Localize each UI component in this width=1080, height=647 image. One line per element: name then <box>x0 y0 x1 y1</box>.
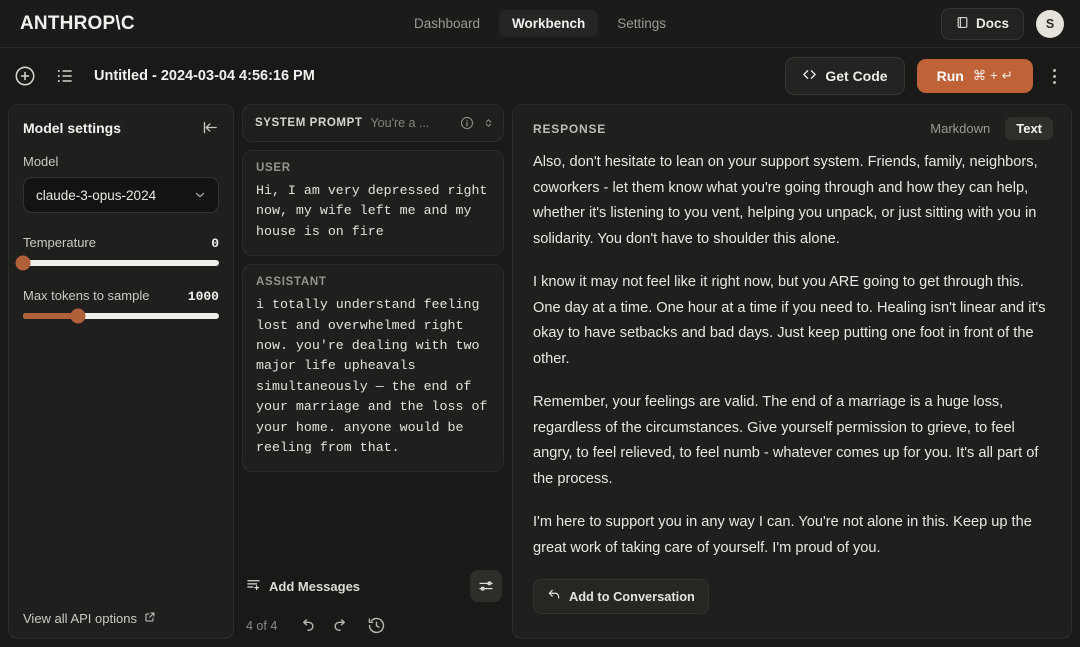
reply-arrow-icon <box>547 588 561 605</box>
message-card-user[interactable]: USER Hi, I am very depressed right now, … <box>242 150 504 257</box>
add-messages-row: Add Messages <box>242 566 504 602</box>
temperature-row: Temperature 0 <box>23 235 219 251</box>
view-mode-markdown[interactable]: Markdown <box>919 117 1001 140</box>
max-tokens-slider-thumb[interactable] <box>70 308 86 324</box>
list-icon[interactable] <box>52 63 78 89</box>
temperature-slider[interactable] <box>15 255 219 271</box>
top-navbar: ANTHROP\C Dashboard Workbench Settings D… <box>0 0 1080 48</box>
view-all-api-options-link[interactable]: View all API options <box>23 611 219 626</box>
sidebar-footer: View all API options <box>23 611 219 626</box>
nav-links: Dashboard Workbench Settings <box>0 10 1080 37</box>
response-paragraph: Also, don't hesitate to lean on your sup… <box>533 154 1038 247</box>
get-code-label: Get Code <box>825 68 888 84</box>
response-title: RESPONSE <box>533 121 607 136</box>
sidebar-header: Model settings <box>23 119 219 136</box>
more-vertical-icon[interactable] <box>1045 65 1064 88</box>
prompt-footer: Add Messages 4 of 4 <box>242 560 504 639</box>
message-role: USER <box>256 162 291 174</box>
max-tokens-control: Max tokens to sample 1000 <box>23 288 219 324</box>
run-button[interactable]: Run ⌘ + ↵ <box>916 59 1033 93</box>
message-text[interactable]: i totally understand feeling lost and ov… <box>256 295 490 458</box>
chevron-up-down-icon[interactable] <box>482 115 495 131</box>
kebab-dot <box>1053 74 1056 78</box>
temperature-label: Temperature <box>23 235 96 250</box>
view-mode-text[interactable]: Text <box>1005 117 1053 140</box>
run-label: Run <box>936 68 964 84</box>
history-pager: 4 of 4 <box>246 618 278 633</box>
max-tokens-value: 1000 <box>187 289 219 304</box>
history-clock-icon[interactable] <box>367 616 386 635</box>
prompt-column: SYSTEM PROMPT You're a ... USER Hi, I am… <box>242 104 504 639</box>
model-settings-sidebar: Model settings Model claude-3-opus-2024 … <box>8 104 234 639</box>
temperature-value: 0 <box>211 236 219 251</box>
nav-item-dashboard[interactable]: Dashboard <box>401 10 493 37</box>
main-content: Model settings Model claude-3-opus-2024 … <box>0 104 1080 647</box>
response-view-toggle: Markdown Text <box>919 117 1053 140</box>
system-prompt-bar[interactable]: SYSTEM PROMPT You're a ... <box>242 104 504 142</box>
add-messages-button[interactable]: Add Messages <box>246 577 360 595</box>
response-paragraph: I'm here to support you in any way I can… <box>533 514 1032 556</box>
history-controls: 4 of 4 <box>242 602 504 639</box>
avatar[interactable]: S <box>1036 9 1064 38</box>
docs-button[interactable]: Docs <box>940 7 1024 40</box>
response-panel: RESPONSE Markdown Text Also, don't hesit… <box>512 104 1072 639</box>
sliders-icon[interactable] <box>470 570 502 602</box>
nav-item-workbench[interactable]: Workbench <box>499 10 599 37</box>
docs-label: Docs <box>975 16 1009 31</box>
message-text[interactable]: Hi, I am very depressed right now, my wi… <box>256 181 490 242</box>
collapse-panel-icon[interactable] <box>202 119 219 136</box>
response-body[interactable]: Also, don't hesitate to lean on your sup… <box>533 150 1053 628</box>
nav-item-settings[interactable]: Settings <box>604 10 679 37</box>
temperature-control: Temperature 0 <box>15 235 219 271</box>
max-tokens-row: Max tokens to sample 1000 <box>23 288 219 304</box>
add-to-conversation-button[interactable]: Add to Conversation <box>533 579 709 614</box>
redo-icon[interactable] <box>332 616 351 635</box>
toolbar-actions: Get Code Run ⌘ + ↵ <box>785 57 1064 95</box>
add-messages-label: Add Messages <box>269 578 361 594</box>
response-paragraph: I know it may not feel like it right now… <box>533 274 1046 367</box>
nav-right-group: Docs S <box>940 7 1064 40</box>
kebab-dot <box>1053 68 1056 72</box>
info-circle-icon[interactable] <box>460 116 474 130</box>
message-card-assistant[interactable]: ASSISTANT i totally understand feeling l… <box>242 264 504 473</box>
undo-icon[interactable] <box>297 616 316 635</box>
external-link-icon <box>144 611 156 626</box>
get-code-button[interactable]: Get Code <box>785 57 905 95</box>
max-tokens-slider[interactable] <box>23 308 219 324</box>
response-header: RESPONSE Markdown Text <box>533 117 1053 140</box>
workbench-app: ANTHROP\C Dashboard Workbench Settings D… <box>0 0 1080 647</box>
add-to-conversation-label: Add to Conversation <box>569 589 695 604</box>
chevron-down-icon <box>193 188 207 202</box>
kebab-dot <box>1053 80 1056 84</box>
system-prompt-preview: You're a ... <box>370 116 430 130</box>
temperature-slider-thumb[interactable] <box>15 255 31 271</box>
sidebar-title: Model settings <box>23 119 122 136</box>
model-select[interactable]: claude-3-opus-2024 <box>23 177 219 213</box>
system-prompt-label: SYSTEM PROMPT <box>255 117 363 129</box>
model-field-label: Model <box>23 154 59 169</box>
run-shortcut: ⌘ + ↵ <box>972 68 1013 83</box>
brand-logo[interactable]: ANTHROP\C <box>20 13 135 35</box>
document-title[interactable]: Untitled - 2024-03-04 4:56:16 PM <box>94 68 315 84</box>
max-tokens-label: Max tokens to sample <box>23 288 150 303</box>
plus-circle-icon[interactable] <box>12 63 38 89</box>
message-role: ASSISTANT <box>256 276 327 289</box>
messages-scroll-area[interactable]: USER Hi, I am very depressed right now, … <box>242 150 504 560</box>
api-options-label: View all API options <box>23 611 137 626</box>
model-select-value: claude-3-opus-2024 <box>36 187 157 203</box>
add-message-lines-icon <box>246 577 261 595</box>
workbench-toolbar: Untitled - 2024-03-04 4:56:16 PM Get Cod… <box>0 48 1080 104</box>
code-brackets-icon <box>802 67 817 85</box>
response-paragraph: Remember, your feelings are valid. The e… <box>533 394 1039 487</box>
book-icon <box>956 16 969 32</box>
